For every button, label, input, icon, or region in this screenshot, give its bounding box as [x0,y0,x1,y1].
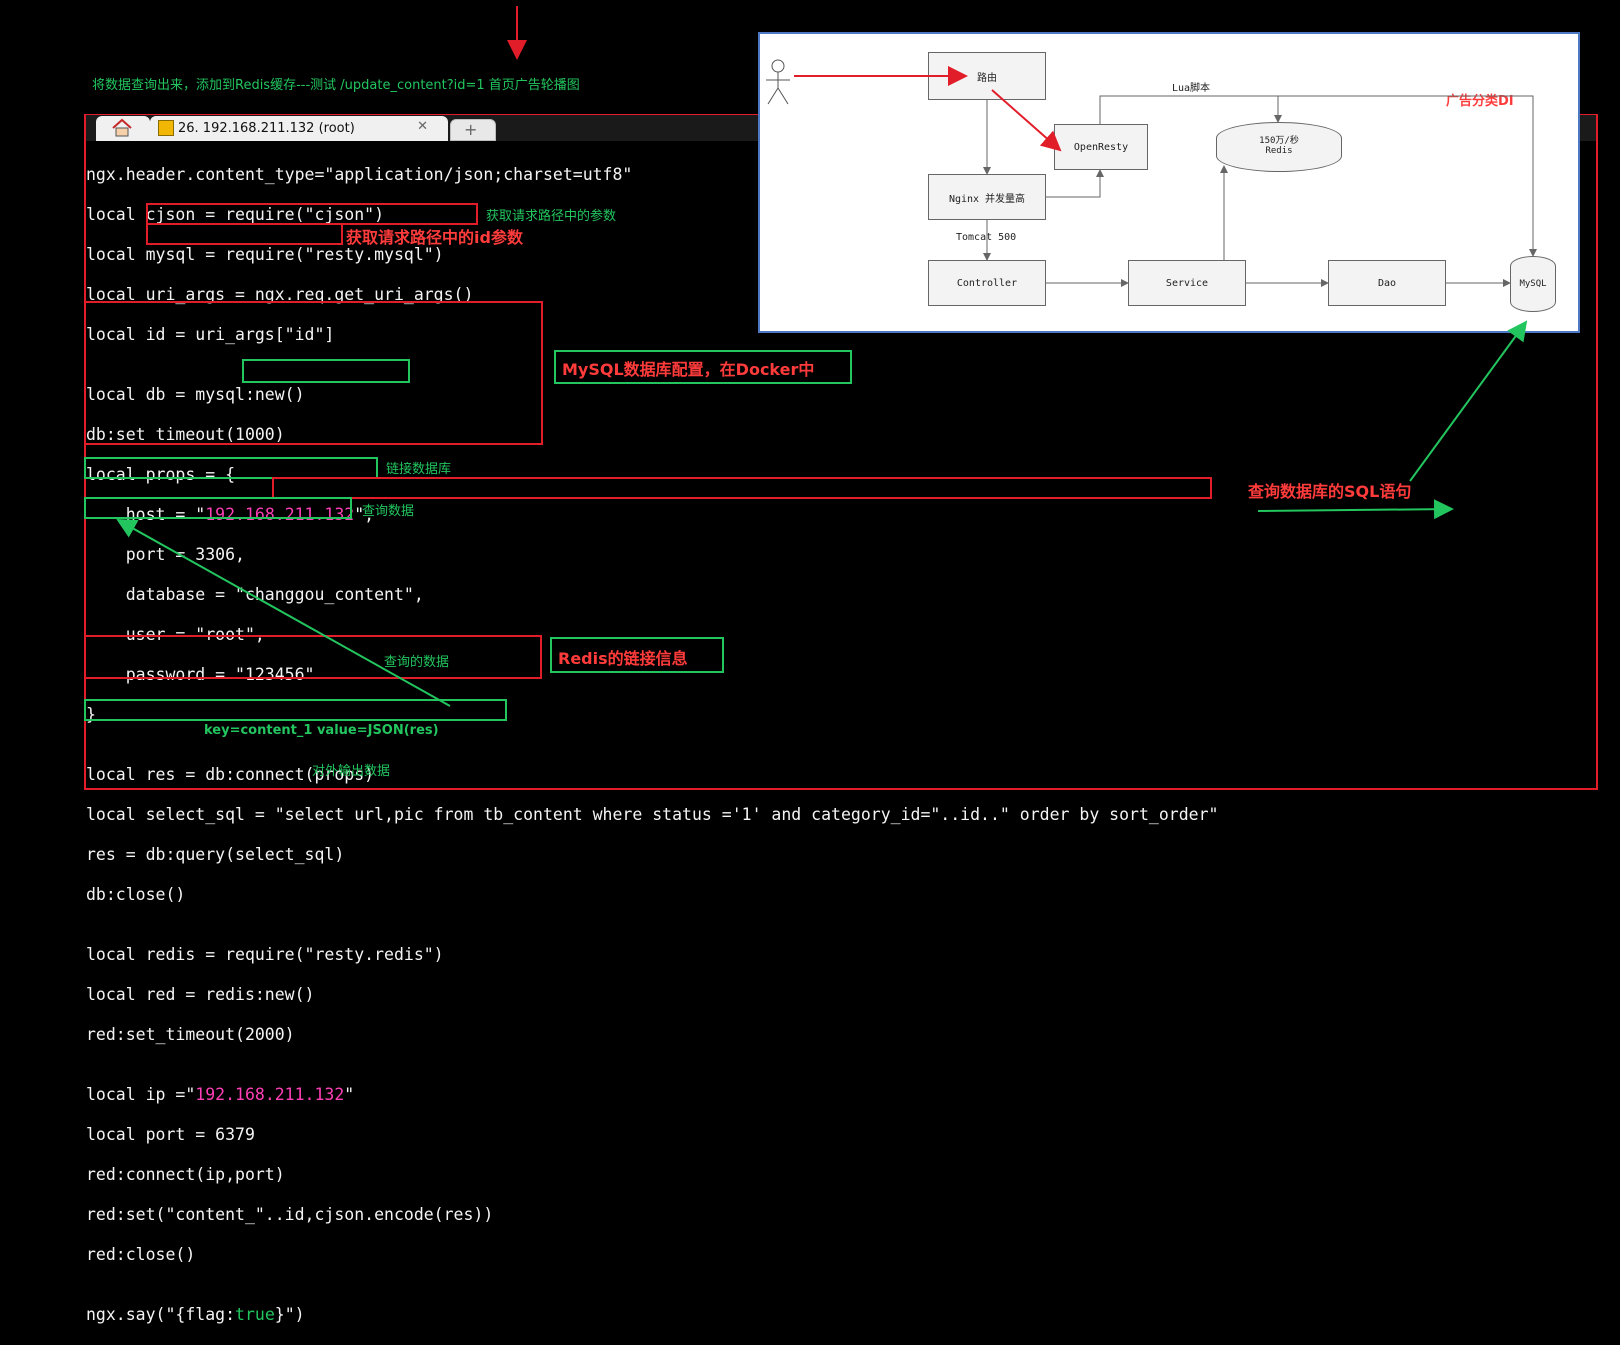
code-line: red:close() [86,1245,196,1264]
connect-annotation: 链接数据库 [386,462,452,477]
code-line: database = "changgou_content", [86,585,424,604]
close-icon[interactable]: ✕ [417,119,428,134]
diagram-connectors [794,66,1537,287]
session-tab-title: 26. 192.168.211.132 (root) [178,121,355,136]
redis-info-box [84,635,542,679]
new-tab-button[interactable]: + [450,119,496,141]
code-line-say: ngx.say("{flag:true}") [86,1305,305,1324]
code-line: local port = 6379 [86,1125,255,1144]
code-line: local res = db:connect(props) [86,765,375,784]
code-line: red:set("content_"..id,cjson.encode(res)… [86,1205,494,1224]
router-to-openresty-arrow [991,89,1062,152]
query-box [84,497,352,519]
sql-box [272,477,1212,499]
nginx-to-openresty-arrow [1046,169,1104,198]
session-tab[interactable]: 26. 192.168.211.132 (root) ✕ [150,116,448,141]
top-annotation: 将数据查询出来，添加到Redis缓存---测试 /update_content?… [92,78,580,93]
mysql-annotation: MySQL数据库配置，在Docker中 [554,350,852,384]
uri-args-annotation: 获取请求路径中的参数 [486,209,617,224]
code-line: red:set_timeout(2000) [86,1025,295,1044]
code-line: db:close() [86,885,186,904]
lua-to-mysql-arrow [1278,95,1537,257]
output-annotation: 对外输出数据 [312,764,391,779]
queried-data-annotation: 查询的数据 [384,655,450,670]
code-line: local select_sql = "select url,pic from … [86,805,1219,824]
code-line: res = db:query(select_sql) [86,845,345,864]
home-tab[interactable] [96,116,150,141]
plus-icon: + [464,120,478,139]
kv-annotation: key=content_1 value=JSON(res) [204,723,439,738]
redis-annotation: Redis的链接信息 [550,637,724,673]
architecture-diagram: 路由 OpenResty Nginx 并发量高 Controller Servi… [758,32,1580,333]
code-line: port = 3306, [86,545,245,564]
database-box [242,359,410,383]
connect-box [84,457,378,479]
code-line: local redis = require("resty.redis") [86,945,444,964]
code-line-ip: local ip ="192.168.211.132" [86,1085,355,1104]
id-box [146,223,343,245]
session-icon [158,120,174,136]
home-icon [112,118,132,137]
code-line: red:connect(ip,port) [86,1165,285,1184]
set-box [84,699,507,721]
code-line: local red = redis:new() [86,985,315,1004]
lua-to-redis-arrow [1099,95,1282,124]
query-annotation: 查询数据 [362,504,415,519]
uri-args-box [146,203,478,225]
id-annotation: 获取请求路径中的id参数 [346,228,523,247]
sql-annotation: 查询数据库的SQL语句 [1248,482,1412,501]
